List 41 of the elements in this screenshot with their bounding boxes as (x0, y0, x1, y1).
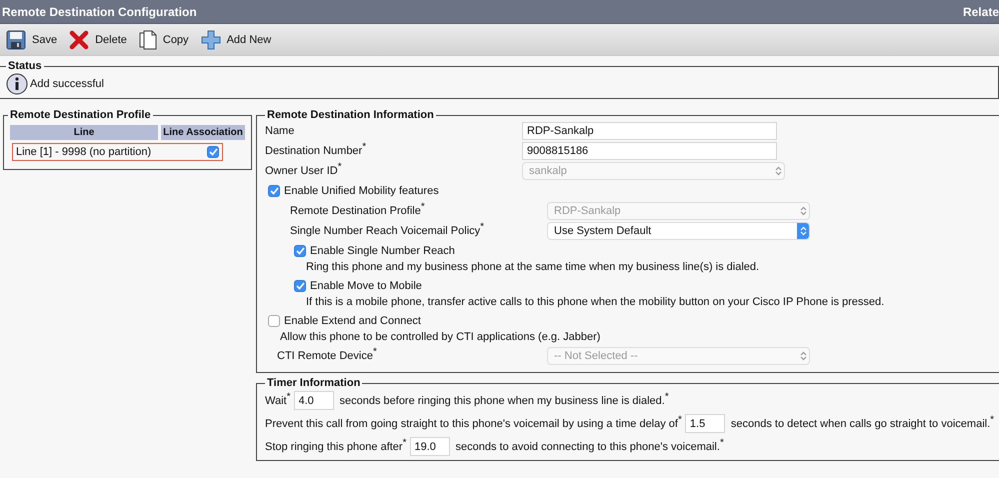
checkbox[interactable] (268, 185, 280, 197)
option-description: Allow this phone to be controlled by CTI applications (e.g. Jabber) (279, 331, 602, 345)
delete-icon (69, 30, 90, 50)
checkbox[interactable] (294, 245, 306, 257)
option-description: If this is a mobile phone, transfer active calls to this phone when the mobility button on your Cisco IP Phone is pressed. (305, 296, 886, 310)
related-links-link[interactable]: Relate (962, 4, 999, 18)
column-header: Line (10, 125, 158, 140)
field-label: Name (265, 125, 296, 137)
dropdown[interactable]: Use System Default (547, 222, 810, 240)
seconds-input[interactable]: 4.0 (294, 391, 334, 410)
toolbar-button[interactable]: Add New (198, 26, 274, 52)
checkbox[interactable] (294, 280, 306, 292)
seconds-input[interactable]: 1.5 (684, 414, 725, 433)
option-description: Ring this phone and my business phone at the same time when my business line(s) is dialed. (305, 261, 760, 275)
checkbox-label: Enable Extend and Connect (284, 315, 421, 327)
page-title: Remote Destination Configuration (2, 4, 197, 18)
checkbox-label: Enable Unified Mobility features (284, 185, 439, 197)
status-message: Add successful (30, 78, 104, 90)
section-legend: Remote Destination Profile (8, 109, 153, 121)
seconds-input[interactable]: 19.0 (410, 437, 450, 456)
section-legend: Timer Information (265, 377, 362, 389)
checkbox[interactable] (268, 315, 280, 327)
chevron-icon (800, 351, 806, 361)
text-input[interactable]: RDP-Sankalp (522, 122, 777, 140)
column-header: Line Association (161, 125, 245, 140)
checkbox-label: Enable Single Number Reach (310, 245, 455, 257)
table-cell-text: Line [1] - 9998 (no partition) (15, 146, 152, 158)
toolbar-button[interactable]: Save (4, 26, 60, 52)
toolbar-button[interactable]: Copy (136, 26, 191, 52)
copy-icon (138, 30, 157, 50)
chevron-icon (800, 206, 806, 216)
text-input[interactable]: 9008815186 (522, 142, 777, 160)
plus-icon (200, 30, 221, 50)
chevron-icon (774, 166, 782, 176)
section-legend: Remote Destination Information (265, 109, 436, 121)
info-icon (6, 73, 28, 95)
toolbar-button[interactable]: Delete (67, 26, 129, 52)
checkbox-label: Enable Move to Mobile (310, 280, 422, 292)
checkbox[interactable] (207, 146, 219, 158)
chevron-icon (800, 226, 806, 236)
section-legend: Status (6, 60, 44, 72)
